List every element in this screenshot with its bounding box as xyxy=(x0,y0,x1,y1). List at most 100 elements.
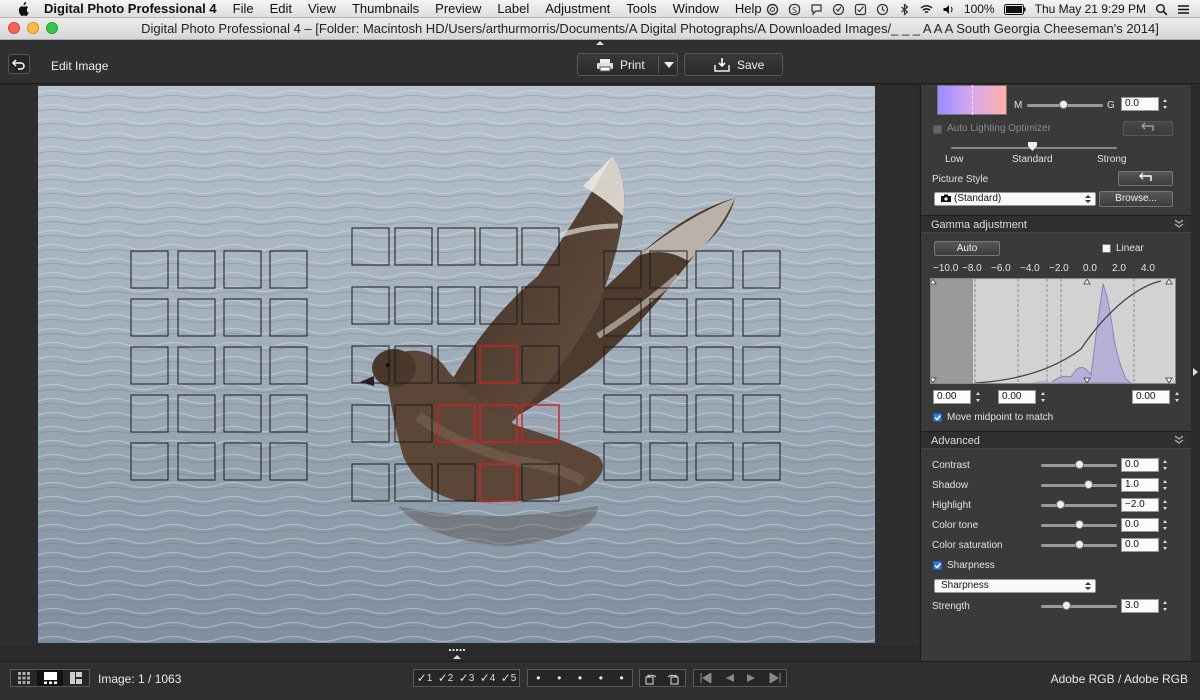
check-mark-2[interactable]: ✓ 2 xyxy=(435,670,456,686)
collapse-chevron-icon[interactable] xyxy=(1174,219,1184,229)
rating-dot[interactable]: • xyxy=(619,671,623,685)
check-mark-1[interactable]: ✓ 1 xyxy=(414,670,435,686)
highlight-knob[interactable] xyxy=(1056,500,1065,509)
checkbox-icon[interactable] xyxy=(854,3,867,16)
next-image-icon[interactable] xyxy=(746,673,758,683)
gamma-mid-spinner-icon[interactable] xyxy=(1040,390,1046,404)
first-image-icon[interactable] xyxy=(700,673,712,683)
highlight-value[interactable]: −2.0 xyxy=(1121,498,1159,512)
bluetooth-icon[interactable] xyxy=(898,2,911,16)
color-saturation-value[interactable]: 0.0 xyxy=(1121,538,1159,552)
strength-spinner-icon[interactable] xyxy=(1162,599,1168,613)
alo-knob-icon[interactable] xyxy=(1028,142,1037,151)
move-midpoint-checkbox[interactable] xyxy=(933,413,942,422)
advanced-section-header[interactable]: Advanced xyxy=(921,431,1192,449)
gamma-mid-value[interactable]: 0.00 xyxy=(998,390,1036,404)
check-mark-4[interactable]: ✓ 4 xyxy=(477,670,498,686)
menu-window[interactable]: Window xyxy=(673,1,719,16)
wb-g-value[interactable]: 0.0 xyxy=(1121,97,1159,111)
volume-icon[interactable] xyxy=(942,3,955,16)
expand-panel-icon[interactable] xyxy=(1193,368,1198,376)
highlight-slider[interactable] xyxy=(1041,504,1117,507)
print-button[interactable]: Print xyxy=(577,53,678,76)
gamma-section-header[interactable]: Gamma adjustment xyxy=(921,215,1192,233)
shadow-slider[interactable] xyxy=(1041,484,1117,487)
back-button[interactable] xyxy=(8,54,30,74)
rotate-right-button[interactable] xyxy=(662,670,684,686)
menu-preview[interactable]: Preview xyxy=(435,1,481,16)
wifi-icon[interactable] xyxy=(920,3,933,16)
wb-g-spinner-icon[interactable] xyxy=(1162,97,1168,111)
time-machine-icon[interactable] xyxy=(876,3,889,16)
grid-layout-button[interactable] xyxy=(11,670,37,686)
shadow-knob[interactable] xyxy=(1084,480,1094,489)
color-tone-knob[interactable] xyxy=(1075,520,1084,529)
sharpness-select[interactable]: Sharpness xyxy=(934,579,1096,593)
shadow-spinner-icon[interactable] xyxy=(1162,478,1168,492)
menubar-clock[interactable]: Thu May 21 9:29 PM xyxy=(1035,2,1146,16)
menu-tools[interactable]: Tools xyxy=(626,1,656,16)
expand-filmstrip-icon[interactable] xyxy=(447,648,467,660)
gamma-histogram[interactable] xyxy=(929,278,1176,384)
strength-knob[interactable] xyxy=(1062,601,1071,610)
spotlight-icon[interactable] xyxy=(1155,3,1168,16)
check-mark-5[interactable]: ✓ 5 xyxy=(498,670,519,686)
rating-dot[interactable]: • xyxy=(557,671,561,685)
contrast-spinner-icon[interactable] xyxy=(1162,458,1168,472)
alo-checkbox[interactable] xyxy=(933,125,942,134)
menu-label[interactable]: Label xyxy=(497,1,529,16)
menu-adjustment[interactable]: Adjustment xyxy=(545,1,610,16)
color-tone-spinner-icon[interactable] xyxy=(1162,518,1168,532)
rotate-left-button[interactable] xyxy=(640,670,662,686)
battery-icon[interactable] xyxy=(1003,3,1026,15)
alo-reset-button[interactable] xyxy=(1123,121,1173,136)
collapse-toolbar-icon[interactable] xyxy=(595,40,605,46)
skype-icon[interactable]: S xyxy=(788,3,801,16)
contrast-value[interactable]: 0.0 xyxy=(1121,458,1159,472)
menu-help[interactable]: Help xyxy=(735,1,762,16)
list-view-button[interactable] xyxy=(63,670,89,686)
photo-skua-water[interactable] xyxy=(38,86,875,643)
star-rating[interactable]: • • • • • xyxy=(527,669,633,687)
wb-mg-knob[interactable] xyxy=(1059,100,1068,109)
notification-center-icon[interactable] xyxy=(1177,3,1190,16)
previous-image-icon[interactable] xyxy=(723,673,735,683)
menu-file[interactable]: File xyxy=(233,1,254,16)
gamma-right-value[interactable]: 0.00 xyxy=(1132,390,1170,404)
browse-button[interactable]: Browse... xyxy=(1099,191,1173,207)
collapse-chevron-icon[interactable] xyxy=(1174,435,1184,445)
menu-thumbnails[interactable]: Thumbnails xyxy=(352,1,419,16)
save-button[interactable]: Save xyxy=(684,53,783,76)
chat-icon[interactable] xyxy=(810,3,823,16)
gamma-left-spinner-icon[interactable] xyxy=(975,390,981,404)
linear-checkbox[interactable] xyxy=(1102,244,1111,253)
menu-view[interactable]: View xyxy=(308,1,336,16)
color-saturation-knob[interactable] xyxy=(1075,540,1084,549)
last-image-icon[interactable] xyxy=(769,673,781,683)
image-viewer[interactable] xyxy=(0,85,918,645)
rating-dot[interactable]: • xyxy=(599,671,603,685)
contrast-knob[interactable] xyxy=(1075,460,1084,469)
apple-icon[interactable] xyxy=(16,1,30,16)
check-mark-3[interactable]: ✓ 3 xyxy=(456,670,477,686)
evernote-icon[interactable] xyxy=(832,3,845,16)
color-saturation-spinner-icon[interactable] xyxy=(1162,538,1168,552)
rating-dot[interactable]: • xyxy=(536,671,540,685)
rating-dot[interactable]: • xyxy=(578,671,582,685)
creative-cloud-icon[interactable] xyxy=(766,3,779,16)
gamma-left-value[interactable]: 0.00 xyxy=(933,390,971,404)
print-dropdown-icon[interactable] xyxy=(664,62,674,68)
shadow-value[interactable]: 1.0 xyxy=(1121,478,1159,492)
menu-edit[interactable]: Edit xyxy=(270,1,292,16)
highlight-spinner-icon[interactable] xyxy=(1162,498,1168,512)
strength-value[interactable]: 3.0 xyxy=(1121,599,1159,613)
sharpness-checkbox[interactable] xyxy=(933,561,942,570)
strength-slider[interactable] xyxy=(1041,605,1117,608)
color-tone-value[interactable]: 0.0 xyxy=(1121,518,1159,532)
single-view-button[interactable] xyxy=(37,670,63,686)
app-menu[interactable]: Digital Photo Professional 4 xyxy=(44,1,217,16)
gamma-right-spinner-icon[interactable] xyxy=(1174,390,1180,404)
picture-style-reset-button[interactable] xyxy=(1118,171,1173,186)
gamma-auto-button[interactable]: Auto xyxy=(934,241,1000,256)
picture-style-select[interactable]: (Standard) xyxy=(934,192,1096,206)
